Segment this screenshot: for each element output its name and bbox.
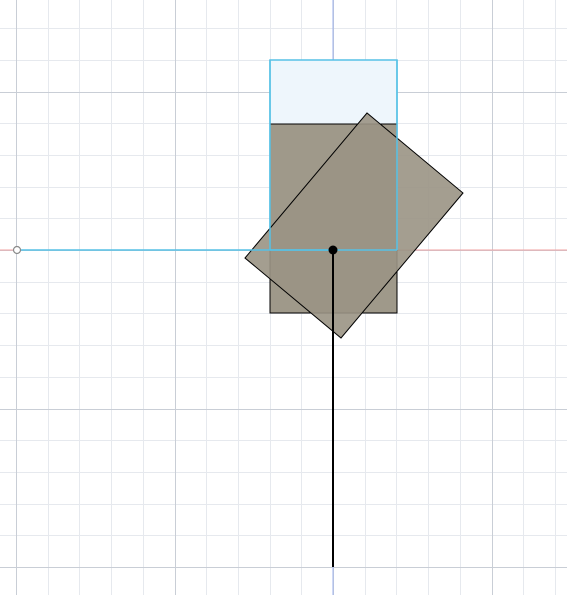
sketch-svg[interactable]: [0, 0, 567, 595]
sketch-canvas[interactable]: [0, 0, 567, 595]
endpoint-marker[interactable]: [12, 245, 22, 255]
origin-point[interactable]: [328, 245, 338, 255]
